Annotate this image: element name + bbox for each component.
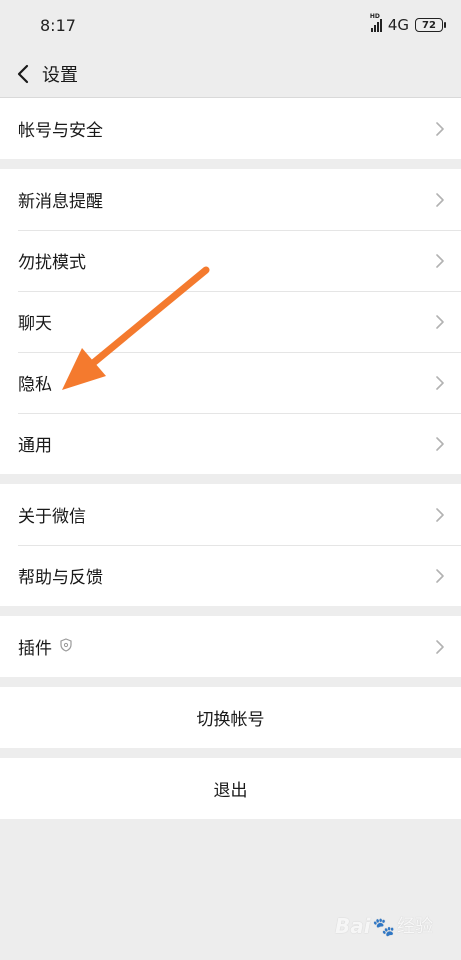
status-bar: 8:17 HD 4G 72: [0, 0, 461, 50]
paw-icon: 🐾: [372, 917, 395, 938]
status-time: 8:17: [40, 15, 76, 35]
plugin-shield-icon: [60, 637, 72, 657]
back-arrow-icon[interactable]: [12, 63, 34, 85]
settings-group-plugins: 插件: [0, 616, 461, 677]
settings-item-label: 勿扰模式: [18, 253, 86, 273]
settings-item-label: 帮助与反馈: [18, 568, 103, 588]
settings-item-general[interactable]: 通用: [0, 413, 461, 474]
battery-level: 72: [422, 19, 436, 31]
settings-item-label: 帐号与安全: [18, 121, 103, 141]
settings-item-do-not-disturb[interactable]: 勿扰模式: [0, 230, 461, 291]
signal-icon: HD: [370, 13, 382, 32]
settings-group-about: 关于微信 帮助与反馈: [0, 484, 461, 606]
settings-item-label: 聊天: [18, 314, 52, 334]
chevron-right-icon: [435, 435, 447, 453]
settings-item-plugins[interactable]: 插件: [0, 616, 461, 677]
settings-item-plugins-row-label: 插件: [18, 634, 72, 659]
network-type: 4G: [387, 16, 409, 34]
settings-item-about-wechat[interactable]: 关于微信: [0, 484, 461, 545]
watermark-brand: Bai: [334, 914, 371, 938]
settings-item-label: 通用: [18, 436, 52, 456]
settings-item-label: 隐私: [18, 375, 52, 395]
settings-item-label: 插件: [18, 639, 52, 659]
chevron-right-icon: [435, 374, 447, 392]
settings-item-label: 新消息提醒: [18, 192, 103, 212]
nav-bar: 设置: [0, 50, 461, 98]
settings-item-label: 关于微信: [18, 507, 86, 527]
logout-label: 退出: [213, 781, 248, 801]
chevron-right-icon: [435, 120, 447, 138]
settings-group-account: 帐号与安全: [0, 98, 461, 159]
chevron-right-icon: [435, 313, 447, 331]
chevron-right-icon: [435, 567, 447, 585]
settings-item-notifications[interactable]: 新消息提醒: [0, 169, 461, 230]
settings-item-privacy[interactable]: 隐私: [0, 352, 461, 413]
chevron-right-icon: [435, 506, 447, 524]
watermark: Bai 🐾 经验: [335, 912, 433, 938]
switch-account-label: 切换帐号: [196, 710, 265, 730]
chevron-right-icon: [435, 252, 447, 270]
status-icons: HD 4G 72: [370, 13, 446, 34]
hd-label: HD: [369, 13, 380, 20]
logout-button[interactable]: 退出: [0, 758, 461, 819]
switch-account-button[interactable]: 切换帐号: [0, 687, 461, 748]
watermark-suffix: 经验: [397, 916, 433, 937]
chevron-right-icon: [435, 191, 447, 209]
settings-item-help-feedback[interactable]: 帮助与反馈: [0, 545, 461, 606]
settings-item-chat[interactable]: 聊天: [0, 291, 461, 352]
settings-group-general: 新消息提醒 勿扰模式 聊天 隐私 通用: [0, 169, 461, 474]
settings-item-account-security[interactable]: 帐号与安全: [0, 98, 461, 159]
battery-icon: 72: [415, 18, 446, 32]
page-title: 设置: [42, 64, 78, 86]
chevron-right-icon: [435, 638, 447, 656]
